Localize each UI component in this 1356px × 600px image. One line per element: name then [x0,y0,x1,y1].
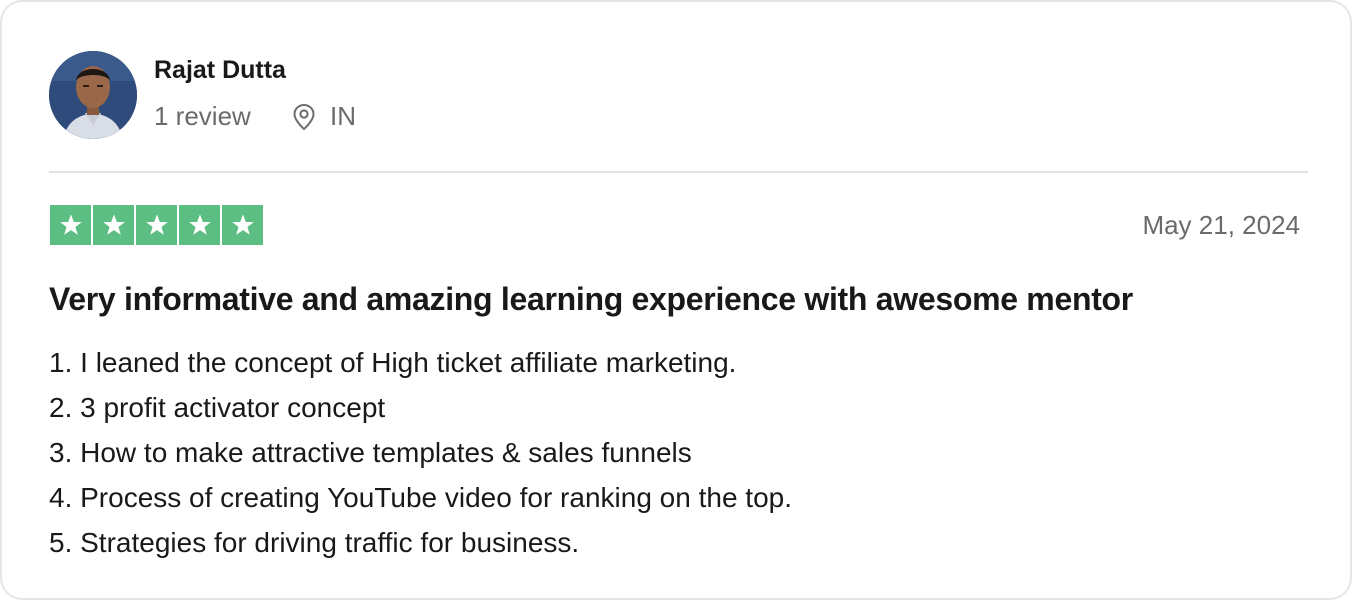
review-body: 1. I leaned the concept of High ticket a… [49,340,792,565]
star-icon [222,205,263,245]
review-line: 1. I leaned the concept of High ticket a… [49,347,737,378]
star-icon [50,205,91,245]
star-icon [179,205,220,245]
star-rating [50,205,263,245]
reviewer-name[interactable]: Rajat Dutta [154,56,286,85]
divider [49,171,1308,173]
review-count: 1 review [154,101,251,131]
avatar[interactable] [49,51,137,139]
star-icon [136,205,177,245]
review-card: Rajat Dutta 1 review IN May 21, 2024 Ver… [0,0,1352,600]
location-code: IN [330,101,356,131]
review-date: May 21, 2024 [1142,210,1300,240]
review-line: 5. Strategies for driving traffic for bu… [49,527,580,558]
review-line: 4. Process of creating YouTube video for… [49,482,792,513]
review-line: 2. 3 profit activator concept [49,392,386,423]
avatar-image [49,51,137,139]
map-pin-icon [293,103,315,130]
review-title[interactable]: Very informative and amazing learning ex… [49,281,1133,318]
review-line: 3. How to make attractive templates & sa… [49,437,692,468]
reviewer-location: IN [292,101,356,132]
star-icon [93,205,134,245]
